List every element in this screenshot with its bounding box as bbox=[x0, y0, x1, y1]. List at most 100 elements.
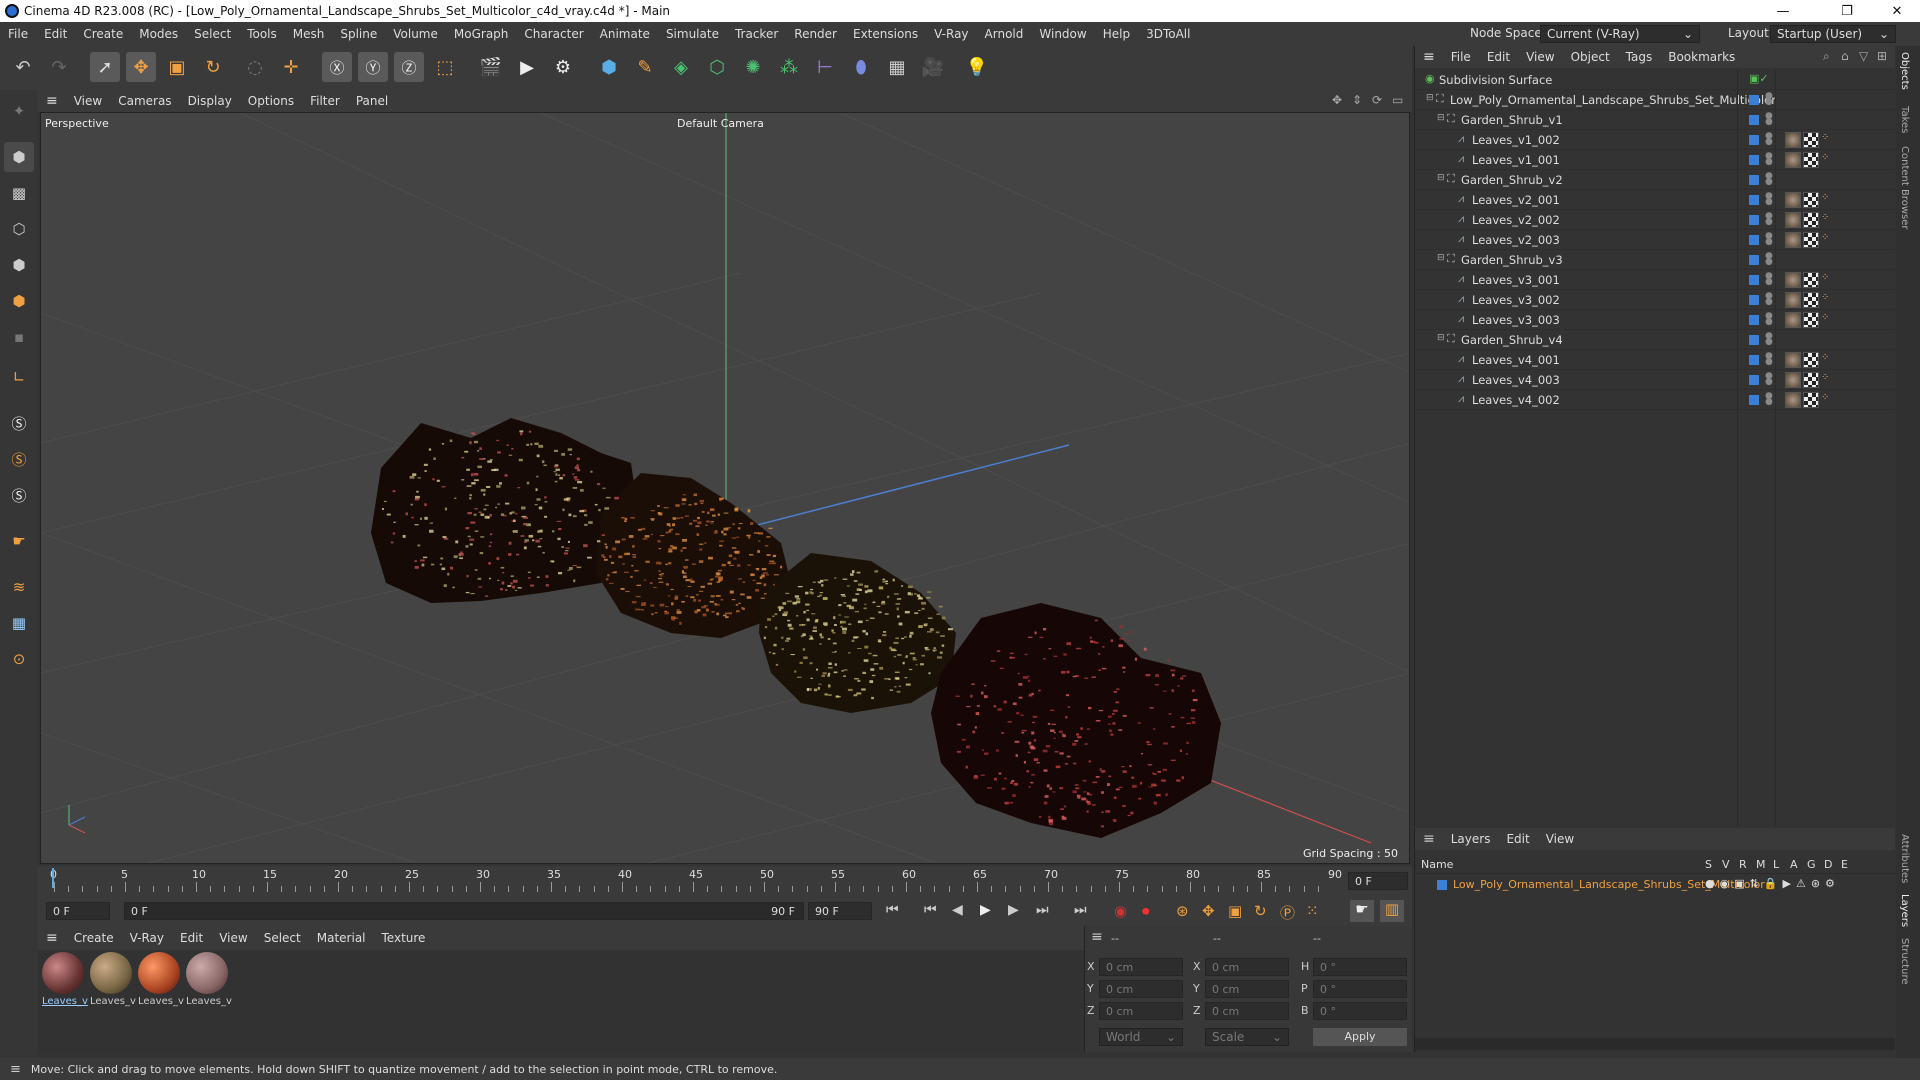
undo-icon[interactable]: ↶ bbox=[8, 52, 38, 82]
key-rotation-icon[interactable]: ↻ bbox=[1254, 902, 1267, 920]
timeline-window-icon[interactable]: ▥ bbox=[1380, 900, 1404, 922]
vray-tag-icon[interactable]: ⁘ bbox=[1821, 292, 1837, 308]
material-menu-select[interactable]: Select bbox=[256, 931, 309, 945]
node-space-dropdown[interactable]: Current (V-Ray) ⌄ bbox=[1540, 25, 1700, 43]
material-tag-icon[interactable] bbox=[1785, 292, 1801, 308]
object-name[interactable]: Leaves_v2_002 bbox=[1472, 213, 1560, 227]
material-menu-view[interactable]: View bbox=[211, 931, 255, 945]
select-cursor-icon[interactable]: ➚ bbox=[90, 52, 120, 82]
prev-frame-icon[interactable]: ◀ bbox=[952, 902, 963, 918]
layer-color-swatch[interactable] bbox=[1749, 135, 1759, 145]
workplane-icon[interactable]: ≋ bbox=[4, 572, 34, 602]
material-menu-edit[interactable]: Edit bbox=[172, 931, 211, 945]
menu-simulate[interactable]: Simulate bbox=[658, 27, 727, 41]
visibility-dots-icon[interactable]: ● ● bbox=[1765, 172, 1773, 187]
object-row[interactable]: ⩘ Leaves_v2_003 ● ● ⁘ bbox=[1415, 230, 1895, 250]
subdivision-icon[interactable]: ◈ bbox=[666, 52, 696, 82]
cloner-icon[interactable]: ✺ bbox=[738, 52, 768, 82]
material-tag-icon[interactable] bbox=[1785, 372, 1801, 388]
material-swatch[interactable]: Leaves_v bbox=[186, 952, 232, 1014]
material-tag-icon[interactable] bbox=[1785, 312, 1801, 328]
material-tag-icon[interactable] bbox=[1785, 132, 1801, 148]
edge-mode-icon[interactable]: ⬢ bbox=[4, 250, 34, 280]
collapse-toggle-icon[interactable]: ⊟ bbox=[1437, 173, 1445, 183]
prev-key-icon[interactable]: ⏮ bbox=[924, 902, 937, 918]
menu-spline[interactable]: Spline bbox=[332, 27, 385, 41]
rot-h-field[interactable]: 0 ° bbox=[1313, 958, 1407, 976]
layer-menu-edit[interactable]: Edit bbox=[1498, 832, 1537, 846]
object-row[interactable]: ⩘ Leaves_v4_002 ● ● ⁘ bbox=[1415, 390, 1895, 410]
end-frame-field[interactable]: 90 F bbox=[808, 902, 872, 920]
object-name[interactable]: Garden_Shrub_v4 bbox=[1461, 333, 1563, 347]
material-tag-icon[interactable] bbox=[1785, 352, 1801, 368]
layer-color-swatch[interactable] bbox=[1749, 155, 1759, 165]
texture-tag-icon[interactable] bbox=[1803, 352, 1819, 368]
viewport-menu-filter[interactable]: Filter bbox=[302, 94, 348, 108]
menu-window[interactable]: Window bbox=[1031, 27, 1094, 41]
object-row[interactable]: ⩘ Leaves_v3_003 ● ● ⁘ bbox=[1415, 310, 1895, 330]
layer-menu-view[interactable]: View bbox=[1538, 832, 1582, 846]
collapse-toggle-icon[interactable]: ⊟ bbox=[1437, 333, 1445, 343]
x-axis-lock-icon[interactable]: Ⓧ bbox=[322, 52, 352, 82]
object-row[interactable]: ⩘ Leaves_v4_003 ● ● ⁘ bbox=[1415, 370, 1895, 390]
visibility-dots-icon[interactable]: ● ● bbox=[1765, 192, 1773, 207]
vray-tag-icon[interactable]: ⁘ bbox=[1821, 132, 1837, 148]
layout-dropdown[interactable]: Startup (User) ⌄ bbox=[1770, 25, 1896, 43]
enabled-check-icon[interactable]: ▣✓ bbox=[1749, 72, 1769, 85]
locked-workplane-icon[interactable]: ⊙ bbox=[4, 644, 34, 674]
deformer-icon[interactable]: ⊢ bbox=[810, 52, 840, 82]
visibility-dots-icon[interactable]: ● ● bbox=[1765, 272, 1773, 287]
object-row[interactable]: ⩘ Leaves_v3_001 ● ● ⁘ bbox=[1415, 270, 1895, 290]
layer-flag-header[interactable]: G bbox=[1807, 858, 1816, 871]
current-frame-field[interactable]: 0 F bbox=[1348, 872, 1408, 890]
object-menu-file[interactable]: File bbox=[1443, 50, 1479, 64]
object-name[interactable]: Leaves_v3_002 bbox=[1472, 293, 1560, 307]
menu-tracker[interactable]: Tracker bbox=[727, 27, 786, 41]
visibility-dots-icon[interactable]: ● ● bbox=[1765, 132, 1773, 147]
key-scale-icon[interactable]: ▣ bbox=[1228, 902, 1242, 920]
size-mode-dropdown[interactable]: Scale ⌄ bbox=[1205, 1028, 1289, 1046]
frame-range-slider[interactable]: 0 F 90 F bbox=[124, 902, 804, 920]
material-menu-create[interactable]: Create bbox=[66, 931, 122, 945]
texture-tag-icon[interactable] bbox=[1803, 272, 1819, 288]
object-row[interactable]: ⊟ ⛶ Garden_Shrub_v4 ● ● bbox=[1415, 330, 1895, 350]
vray-tag-icon[interactable]: ⁘ bbox=[1821, 392, 1837, 408]
menu-tools[interactable]: Tools bbox=[239, 27, 285, 41]
key-pla-icon[interactable]: ⁙ bbox=[1306, 902, 1319, 920]
size-y-field[interactable]: 0 cm bbox=[1205, 980, 1289, 998]
menu-modes[interactable]: Modes bbox=[131, 27, 186, 41]
timeline-ruler[interactable]: 051015202530354045505560657075808590 0 F bbox=[38, 866, 1412, 898]
layer-color-swatch[interactable] bbox=[1749, 215, 1759, 225]
visibility-dots-icon[interactable]: ● ● bbox=[1765, 112, 1773, 127]
render-settings-icon[interactable]: ⚙ bbox=[548, 52, 578, 82]
mograph-icon[interactable]: ⁂ bbox=[774, 52, 804, 82]
material-tag-icon[interactable] bbox=[1785, 192, 1801, 208]
material-tag-icon[interactable] bbox=[1785, 212, 1801, 228]
vray-tag-icon[interactable]: ⁘ bbox=[1821, 352, 1837, 368]
floor-icon[interactable]: ▦ bbox=[882, 52, 912, 82]
layer-flag-header[interactable]: E bbox=[1841, 858, 1848, 871]
snap-enable-icon[interactable]: Ⓢ bbox=[4, 408, 34, 438]
material-menu-vray[interactable]: V-Ray bbox=[122, 931, 172, 945]
hamburger-icon[interactable]: ≡ bbox=[1415, 831, 1443, 847]
pos-y-field[interactable]: 0 cm bbox=[1099, 980, 1183, 998]
menu-create[interactable]: Create bbox=[75, 27, 131, 41]
tab-objects[interactable]: Objects bbox=[1899, 52, 1910, 90]
visibility-dots-icon[interactable]: ● ● bbox=[1765, 332, 1773, 347]
model-mode-icon[interactable]: ⬢ bbox=[4, 142, 34, 172]
hamburger-icon[interactable]: ≡ bbox=[1091, 929, 1103, 945]
material-swatch[interactable]: Leaves_v bbox=[138, 952, 184, 1014]
layer-color-swatch[interactable] bbox=[1749, 355, 1759, 365]
menu-vray[interactable]: V-Ray bbox=[926, 27, 976, 41]
filter-icon[interactable]: ▽ bbox=[1859, 49, 1868, 63]
layer-flag-header[interactable]: A bbox=[1790, 858, 1798, 871]
size-x-field[interactable]: 0 cm bbox=[1205, 958, 1289, 976]
search-icon[interactable]: ⌕ bbox=[1823, 49, 1830, 64]
rotate-view-icon[interactable]: ⟳ bbox=[1372, 93, 1382, 107]
object-row[interactable]: ⩘ Leaves_v3_002 ● ● ⁘ bbox=[1415, 290, 1895, 310]
make-editable-icon[interactable]: ✦ bbox=[4, 96, 34, 126]
object-menu-edit[interactable]: Edit bbox=[1479, 50, 1518, 64]
material-menu-texture[interactable]: Texture bbox=[374, 931, 434, 945]
texture-tag-icon[interactable] bbox=[1803, 192, 1819, 208]
layer-color-swatch[interactable] bbox=[1749, 95, 1759, 105]
